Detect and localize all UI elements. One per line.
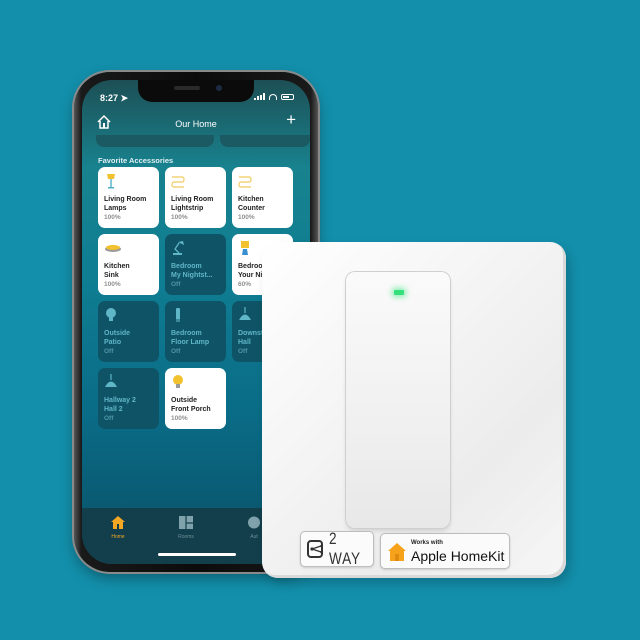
speaker [174,86,200,90]
accessory-name: Outside Patio [104,330,131,346]
automation-icon [248,516,260,529]
signal-icon [254,93,265,100]
accessory-tile[interactable]: Bedroom Floor Lamp Off [165,301,226,362]
rooms-icon [179,516,193,529]
accessory-state: 100% [171,415,188,422]
add-button[interactable]: + [286,111,296,128]
summary-card[interactable] [96,135,214,147]
accessory-name: Kitchen Sink [104,263,130,279]
home-icon [111,516,125,529]
apple-homekit-label: Apple HomeKit [411,548,505,564]
accessory-tile[interactable]: Kitchen Sink 100% [98,234,159,295]
accessory-state: Off [171,348,181,355]
accessory-tile[interactable]: Outside Patio Off [98,301,159,362]
rocker-button[interactable] [346,272,450,528]
bulb-icon [173,375,183,388]
works-with-label: Works with [411,540,443,546]
homekit-badge: Works with Apple HomeKit [380,533,510,569]
accessory-name: Living Room Lamps [104,196,147,212]
pendant-light-icon [105,374,117,387]
desk-lamp-icon [173,241,184,255]
accessory-name: Bedroom Floor Lamp [171,330,210,346]
accessory-name: Downst Hall [238,330,264,346]
ceiling-light-icon [105,245,121,252]
notch [138,80,254,102]
smart-light-switch: 2 WAY Works with Apple HomeKit [262,242,566,578]
camera [216,85,222,91]
location-arrow-icon: ➤ [120,93,129,103]
accessory-state: Off [171,281,181,288]
tab-rooms[interactable]: Rooms [166,516,206,540]
bulb-icon [106,308,116,321]
accessory-state: Off [238,348,248,355]
section-title: Favorite Accessories [98,156,174,165]
floor-lamp-icon [107,174,115,189]
accessory-tile[interactable]: Outside Front Porch 100% [165,368,226,429]
accessory-state: 60% [238,281,252,288]
accessory-tile[interactable]: Kitchen Counter 100% [232,167,293,228]
homekit-house-icon [388,543,406,561]
accessory-name: Kitchen Counter [238,196,265,212]
accessory-name: Outside Front Porch [171,397,211,413]
accessory-name: Living Room Lightstrip [171,196,214,212]
nav-bar: Our Home + [82,110,310,136]
accessory-tile[interactable]: Hallway 2 Hall 2 Off [98,368,159,429]
pendant-light-icon [239,307,251,320]
two-way-badge: 2 WAY [300,529,374,568]
accessory-tile[interactable]: Bedroom My Nightst... Off [165,234,226,295]
accessory-state: 100% [238,214,255,221]
status-icons [254,93,294,100]
two-way-label: 2 WAY [329,529,362,568]
battery-icon [281,93,294,100]
lightstrip-icon [238,176,252,188]
lightstrip-icon [171,176,185,188]
status-time: 8:27 ➤ [100,93,129,103]
accessory-name: Hallway 2 Hall 2 [104,397,136,413]
table-lamp-icon [241,241,249,255]
two-way-icon [307,540,324,558]
tab-home[interactable]: Home [98,516,138,540]
accessory-state: 100% [104,214,121,221]
summary-card[interactable] [220,135,310,147]
accessory-tile[interactable]: Living Room Lightstrip 100% [165,167,226,228]
accessory-state: 100% [104,281,121,288]
accessory-name: Bedroom My Nightst... [171,263,213,279]
page-title: Our Home [175,119,217,129]
accessory-tile[interactable]: Living Room Lamps 100% [98,167,159,228]
home-indicator [158,553,236,556]
accessory-state: Off [104,415,114,422]
status-led [394,290,404,295]
wifi-icon [269,93,277,100]
accessory-state: 100% [171,214,188,221]
floor-lamp-icon [176,308,180,322]
accessory-state: Off [104,348,114,355]
